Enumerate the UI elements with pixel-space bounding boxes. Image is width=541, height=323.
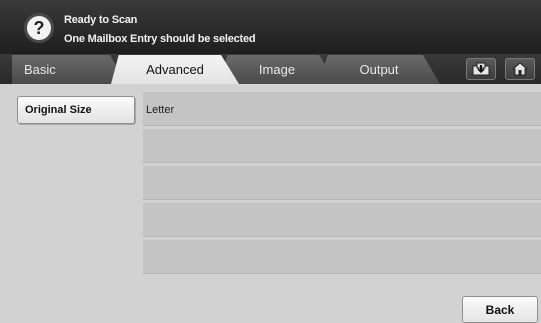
tab-basic[interactable]: Basic (12, 55, 126, 84)
home-icon (512, 62, 528, 76)
setting-value-row (143, 129, 541, 163)
setting-value-text: Letter (146, 104, 175, 116)
tab-bar: Basic Image Output Advanced (0, 54, 541, 84)
back-button[interactable]: Back (462, 296, 538, 323)
tab-advanced[interactable]: Advanced (111, 55, 239, 84)
original-size-button[interactable]: Original Size (17, 96, 135, 124)
help-button[interactable]: ? (24, 13, 54, 43)
home-button[interactable] (505, 58, 535, 80)
settings-panel: Original Size Letter Back (0, 84, 541, 323)
job-status-icon (472, 62, 490, 76)
setting-value-row (143, 203, 541, 237)
job-status-button[interactable] (466, 58, 496, 80)
question-mark-icon: ? (33, 17, 45, 38)
status-title: Ready to Scan (64, 14, 138, 26)
status-bar: ? Ready to Scan One Mailbox Entry should… (0, 0, 541, 54)
setting-value-row[interactable]: Letter (143, 92, 541, 126)
setting-value-row (143, 240, 541, 274)
tab-output[interactable]: Output (318, 55, 440, 84)
setting-value-row (143, 166, 541, 200)
scan-settings-screen: ? Ready to Scan One Mailbox Entry should… (0, 0, 541, 323)
status-message: One Mailbox Entry should be selected (64, 33, 256, 45)
